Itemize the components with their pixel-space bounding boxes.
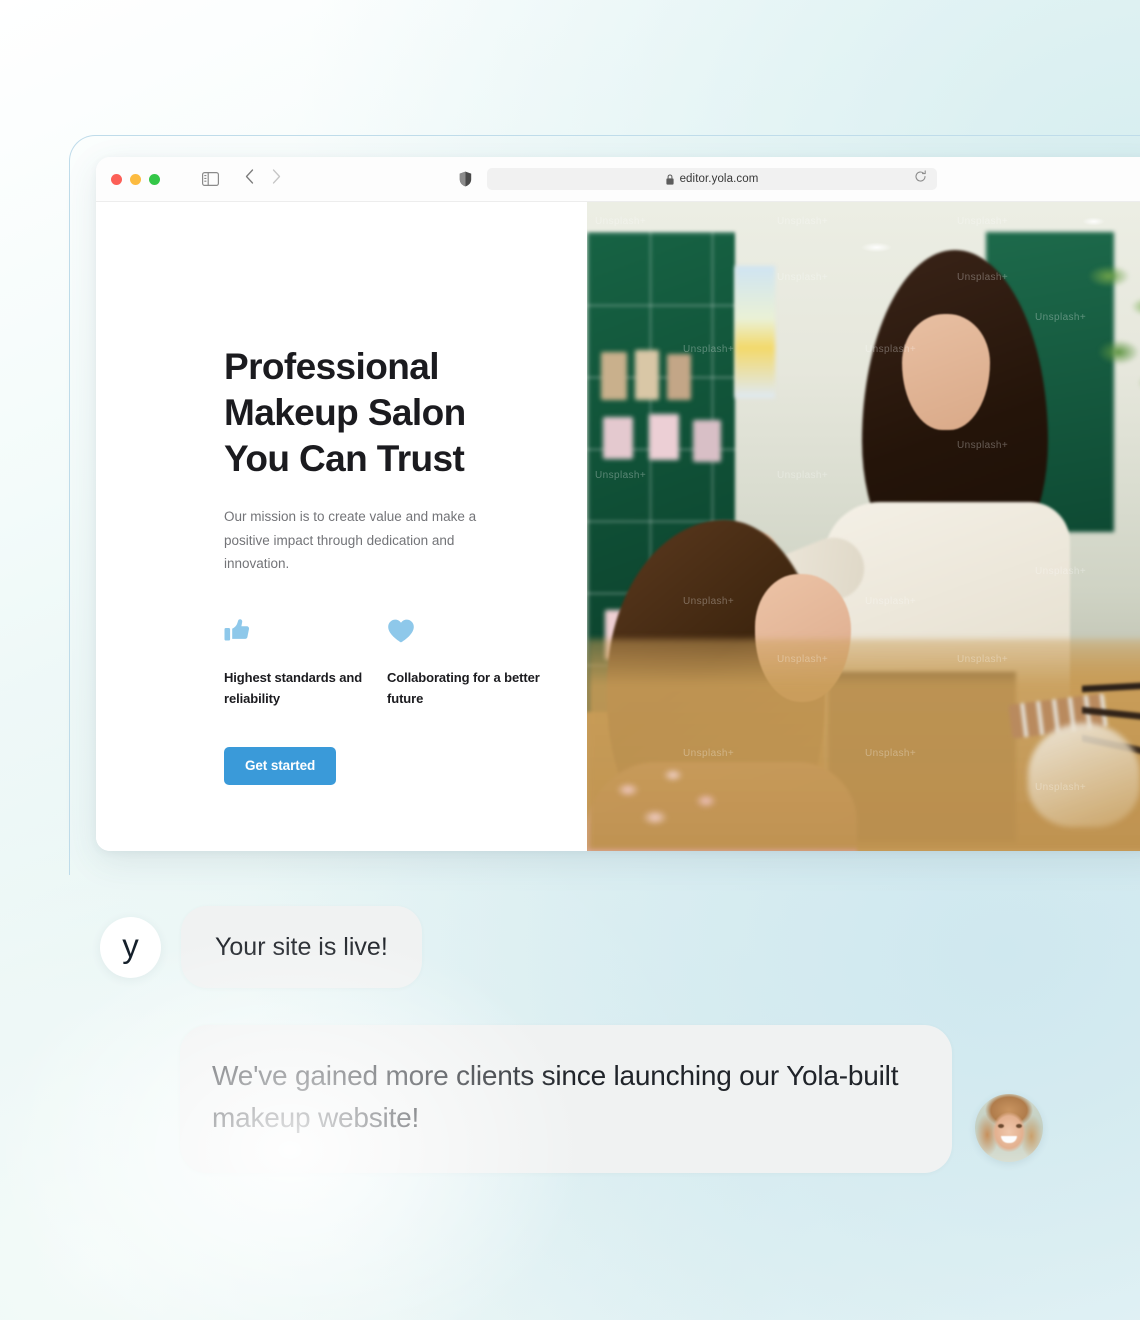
window-traffic-lights[interactable]: [111, 173, 160, 185]
close-window-button[interactable]: [111, 173, 122, 185]
minimize-window-button[interactable]: [130, 173, 141, 185]
lock-icon: [665, 173, 674, 185]
avatar-eyes: [975, 1124, 1043, 1130]
yola-logo-icon: y: [122, 926, 139, 964]
shelf-product: [601, 352, 627, 400]
chevron-left-icon: [245, 169, 254, 184]
reload-icon: [915, 170, 926, 182]
customer-avatar: [975, 1094, 1043, 1162]
thumbs-up-icon-wrap: [224, 618, 387, 648]
url-text: editor.yola.com: [679, 173, 759, 185]
hero-image: Unsplash+ Unsplash+ Unsplash+ Unsplash+ …: [587, 202, 1140, 851]
watermark: Unsplash+: [777, 470, 829, 481]
reload-button[interactable]: [914, 170, 927, 188]
page-root: editor.yola.com Professional Makeup Salo…: [0, 0, 1140, 1320]
salon-photo: Unsplash+ Unsplash+ Unsplash+ Unsplash+ …: [587, 202, 1140, 851]
chat-bubble-site-live: Your site is live!: [181, 906, 422, 988]
privacy-report-button[interactable]: [459, 171, 472, 187]
watermark: Unsplash+: [777, 272, 829, 283]
cosmetic-jar: [1028, 723, 1140, 827]
address-bar[interactable]: editor.yola.com: [487, 168, 937, 190]
navigation-arrows: [245, 169, 281, 189]
chevron-right-icon: [272, 169, 281, 184]
feature-item-collaborating: Collaborating for a better future: [387, 618, 550, 709]
sidebar-icon: [202, 172, 219, 186]
shelf-product: [635, 350, 659, 400]
get-started-button[interactable]: Get started: [224, 746, 337, 785]
feature-list: Highest standards and reliability Collab…: [224, 618, 587, 709]
watermark: Unsplash+: [595, 216, 647, 227]
shelf-product: [667, 354, 691, 400]
website-preview: Professional Makeup Salon You Can Trust …: [96, 202, 1140, 851]
chat-bubble-testimonial: We've gained more clients since launchin…: [180, 1025, 952, 1173]
browser-chrome-bar: editor.yola.com: [96, 157, 1140, 202]
watermark: Unsplash+: [777, 216, 829, 227]
avatar-eye-left: [998, 1124, 1004, 1128]
feature-label: Collaborating for a better future: [387, 669, 540, 706]
wall-poster: [735, 266, 775, 398]
feature-item-standards: Highest standards and reliability: [224, 618, 387, 709]
thumbs-up-icon: [224, 618, 250, 640]
heart-icon: [388, 619, 414, 642]
watermark: Unsplash+: [957, 216, 1009, 227]
browser-window: editor.yola.com Professional Makeup Salo…: [96, 157, 1140, 851]
avatar-eye-right: [1016, 1124, 1022, 1128]
chat-message-yola: y Your site is live!: [100, 906, 422, 988]
sidebar-toggle-button[interactable]: [202, 172, 219, 186]
back-button[interactable]: [245, 169, 254, 189]
yola-logo-avatar: y: [100, 916, 161, 978]
forward-button[interactable]: [272, 169, 281, 189]
shelf-product: [603, 417, 633, 459]
flowers-decoration: [595, 753, 745, 845]
shelf-product: [649, 414, 679, 460]
plant-decoration: [1080, 242, 1140, 432]
hero-text-column: Professional Makeup Salon You Can Trust …: [96, 202, 587, 851]
shelf-product: [693, 420, 721, 462]
shield-icon: [459, 171, 472, 187]
page-title: Professional Makeup Salon You Can Trust: [224, 346, 466, 479]
zoom-window-button[interactable]: [149, 173, 160, 185]
heart-icon-wrap: [387, 618, 550, 648]
feature-label: Highest standards and reliability: [224, 669, 363, 706]
hero-subtitle: Our mission is to create value and make …: [224, 509, 477, 571]
avatar-smile: [1001, 1136, 1017, 1143]
